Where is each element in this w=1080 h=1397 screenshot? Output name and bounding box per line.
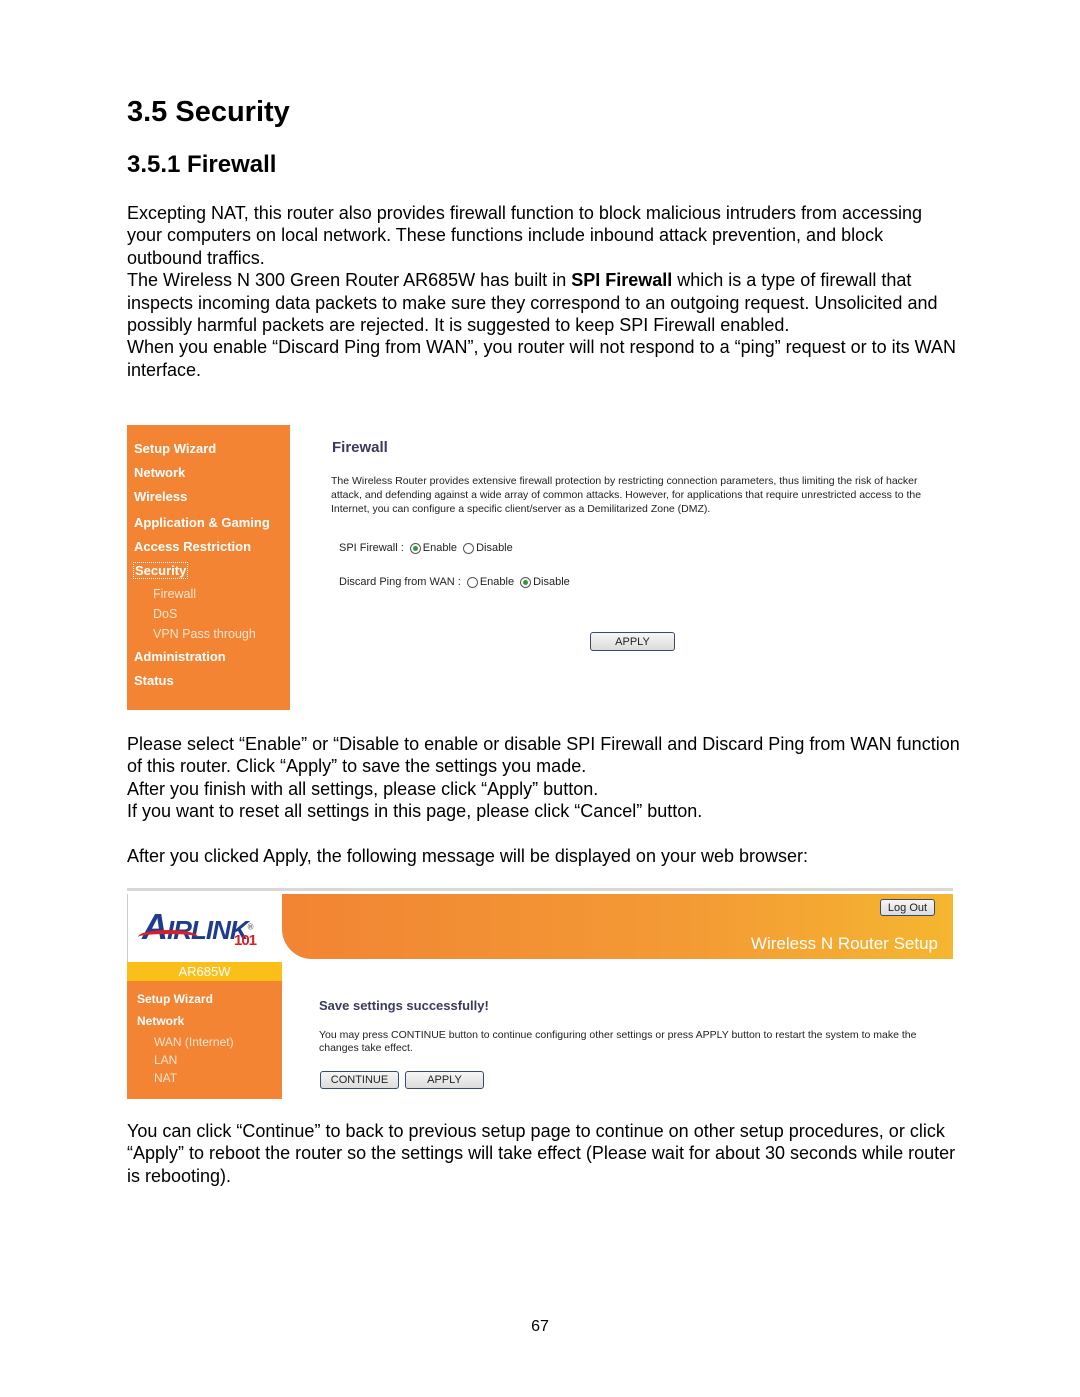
middle-paragraph-4: After you clicked Apply, the following m… xyxy=(127,845,809,866)
middle-paragraph-1: Please select “Enable” or “Disable to en… xyxy=(127,734,960,777)
logo-area: AIRLINK® 101 xyxy=(127,894,283,964)
ping-enable-label[interactable]: Enable xyxy=(480,576,514,588)
sidebar-item-status[interactable]: Status xyxy=(134,673,174,688)
sidebar-subitem-nat[interactable]: NAT xyxy=(154,1071,177,1085)
ping-disable-radio[interactable] xyxy=(520,576,532,588)
sidebar-item-security[interactable]: Security xyxy=(132,562,189,579)
sidebar-item-access-restriction[interactable]: Access Restriction xyxy=(134,539,251,554)
middle-paragraph-3: If you want to reset all settings in thi… xyxy=(127,801,703,822)
intro-text: Excepting NAT, this router also provides… xyxy=(127,202,962,381)
save-screenshot: AIRLINK® 101 Log Out Wireless N Router S… xyxy=(127,888,953,1101)
log-out-button[interactable]: Log Out xyxy=(880,899,935,916)
continue-button[interactable]: CONTINUE xyxy=(320,1071,399,1089)
sidebar-subitem-lan[interactable]: LAN xyxy=(154,1053,177,1067)
section-title: 3.5 Security xyxy=(127,96,290,128)
save-success-heading: Save settings successfully! xyxy=(319,998,489,1013)
closing-text: You can click “Continue” to back to prev… xyxy=(127,1120,962,1187)
firewall-description: The Wireless Router provides extensive f… xyxy=(331,475,922,515)
sidebar-item-administration[interactable]: Administration xyxy=(134,649,226,664)
sidebar-subitem-vpn-pass-through[interactable]: VPN Pass through xyxy=(153,627,256,641)
header-banner: Log Out Wireless N Router Setup xyxy=(282,894,953,959)
spi-enable-radio[interactable] xyxy=(409,542,421,554)
discard-ping-row: Discard Ping from WAN : Enable Disable xyxy=(339,576,570,588)
sidebar-item-wireless[interactable]: Wireless xyxy=(134,489,187,504)
sidebar-item-setup-wizard[interactable]: Setup Wizard xyxy=(137,992,213,1006)
logo-swoosh-icon xyxy=(138,930,198,944)
firewall-heading: Firewall xyxy=(332,439,388,456)
intro-paragraph-2: The Wireless N 300 Green Router AR685W h… xyxy=(127,270,938,336)
model-label: AR685W xyxy=(127,962,282,981)
subsection-title: 3.5.1 Firewall xyxy=(127,151,277,178)
middle-paragraph-2: After you finish with all settings, plea… xyxy=(127,778,599,799)
spi-firewall-label: SPI Firewall : xyxy=(339,542,404,554)
sidebar-item-network[interactable]: Network xyxy=(137,1014,184,1028)
sidebar-item-network[interactable]: Network xyxy=(134,465,185,480)
ping-enable-radio[interactable] xyxy=(466,576,478,588)
save-success-description: You may press CONTINUE button to continu… xyxy=(319,1029,917,1054)
apply-button[interactable]: APPLY xyxy=(405,1071,484,1089)
intro-paragraph-1: Excepting NAT, this router also provides… xyxy=(127,203,923,268)
sidebar-subitem-firewall[interactable]: Firewall xyxy=(153,587,196,601)
spi-disable-label[interactable]: Disable xyxy=(476,542,513,554)
sidebar-subitem-wan[interactable]: WAN (Internet) xyxy=(154,1035,234,1049)
sidebar-item-setup-wizard[interactable]: Setup Wizard xyxy=(134,441,216,456)
intro-paragraph-3: When you enable “Discard Ping from WAN”,… xyxy=(127,337,957,380)
spi-firewall-bold: SPI Firewall xyxy=(571,270,673,291)
ping-disable-label[interactable]: Disable xyxy=(533,576,570,588)
page-number: 67 xyxy=(531,1318,549,1335)
spi-firewall-row: SPI Firewall : Enable Disable xyxy=(339,542,513,554)
save-sidebar: Setup Wizard Network WAN (Internet) LAN … xyxy=(127,981,282,1099)
spi-enable-label[interactable]: Enable xyxy=(423,542,457,554)
discard-ping-label: Discard Ping from WAN : xyxy=(339,576,461,588)
spi-disable-radio[interactable] xyxy=(463,542,475,554)
firewall-screenshot: Setup Wizard Network Wireless Applicatio… xyxy=(127,425,953,711)
closing-paragraph: You can click “Continue” to back to prev… xyxy=(127,1121,956,1186)
airlink-logo: AIRLINK® 101 xyxy=(138,906,257,949)
sidebar-item-application-gaming[interactable]: Application & Gaming xyxy=(134,515,270,530)
sidebar-subitem-dos[interactable]: DoS xyxy=(153,607,177,621)
middle-text: Please select “Enable” or “Disable to en… xyxy=(127,733,962,867)
apply-button[interactable]: APPLY xyxy=(590,632,675,651)
banner-title: Wireless N Router Setup xyxy=(750,934,938,953)
firewall-sidebar: Setup Wizard Network Wireless Applicatio… xyxy=(127,425,290,710)
